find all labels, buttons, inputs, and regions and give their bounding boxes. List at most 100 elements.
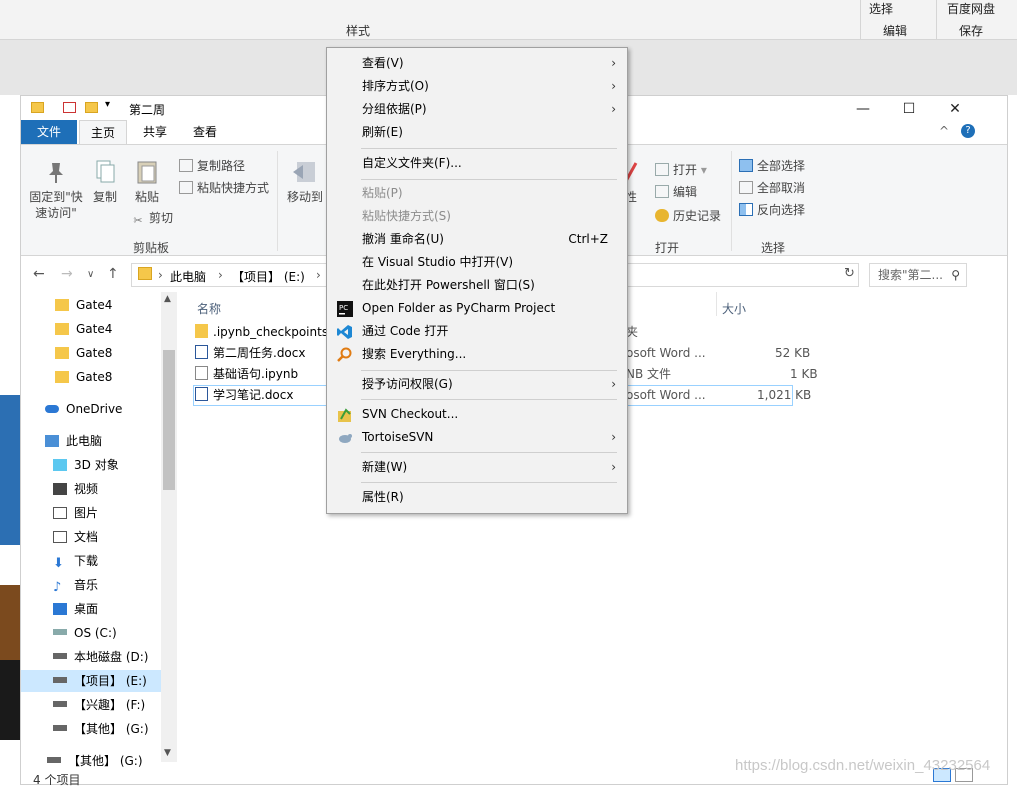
- baidu-netdisk-button[interactable]: 百度网盘: [947, 0, 995, 17]
- menu-item-customize-folder[interactable]: 自定义文件夹(F)...: [328, 152, 626, 175]
- nav-item-label: 桌面: [74, 602, 99, 616]
- collapse-ribbon-icon[interactable]: ^: [939, 124, 949, 138]
- menu-item-group-by[interactable]: 分组依据(P) ›: [328, 98, 626, 121]
- menu-separator: [361, 482, 617, 483]
- tab-view[interactable]: 查看: [183, 120, 227, 144]
- nav-item-gate4[interactable]: Gate4: [53, 294, 112, 316]
- move-to-icon: [291, 159, 319, 185]
- menu-item-new[interactable]: 新建(W) ›: [328, 456, 626, 479]
- close-button[interactable]: ✕: [932, 98, 978, 120]
- background-left-strip: [0, 95, 20, 785]
- select-group-label: 选择: [761, 241, 786, 255]
- paste-shortcut-button[interactable]: 粘贴快捷方式: [179, 179, 269, 196]
- tab-home[interactable]: 主页: [79, 120, 127, 144]
- pin-label: 固定到"快 速访问": [29, 190, 83, 220]
- file-row[interactable]: 第二周任务.docx: [195, 343, 305, 364]
- file-row[interactable]: 基础语句.ipynb: [195, 364, 298, 385]
- nav-scrollbar-thumb[interactable]: [163, 350, 175, 490]
- nav-scrollbar[interactable]: ▲ ▼: [161, 292, 177, 762]
- pin-to-quick-access-button[interactable]: 固定到"快 速访问": [27, 159, 85, 221]
- chevron-down-icon[interactable]: ▾: [105, 99, 110, 110]
- tab-file[interactable]: 文件: [21, 120, 77, 144]
- history-button[interactable]: 历史记录: [655, 207, 721, 224]
- nav-item-drive-f[interactable]: 【兴趣】 (F:): [51, 694, 145, 716]
- menu-item-undo-rename[interactable]: 撤消 重命名(U) Ctrl+Z: [328, 228, 626, 251]
- nav-item-drive-c[interactable]: OS (C:): [51, 622, 117, 644]
- new-folder-icon[interactable]: [85, 102, 98, 113]
- menu-item-open-code[interactable]: 通过 Code 打开: [328, 320, 626, 343]
- file-row[interactable]: .ipynb_checkpoints: [195, 322, 328, 343]
- menu-item-open-pycharm[interactable]: PC Open Folder as PyCharm Project: [328, 297, 626, 320]
- paste-button[interactable]: 粘贴: [127, 159, 167, 205]
- tab-share[interactable]: 共享: [133, 120, 177, 144]
- nav-item-drive-d[interactable]: 本地磁盘 (D:): [51, 646, 148, 668]
- breadcrumb-this-pc[interactable]: 此电脑: [170, 268, 206, 285]
- refresh-icon[interactable]: ↻: [844, 266, 855, 281]
- menu-item-search-everything[interactable]: 搜索 Everything...: [328, 343, 626, 366]
- nav-item-3d-objects[interactable]: 3D 对象: [51, 454, 119, 476]
- up-arrow-icon[interactable]: ↑: [107, 266, 119, 282]
- file-name: 第二周任务.docx: [213, 346, 306, 360]
- column-header-name[interactable]: 名称: [197, 300, 221, 317]
- minimize-button[interactable]: —: [840, 98, 886, 120]
- menu-item-refresh[interactable]: 刷新(E): [328, 121, 626, 144]
- search-input[interactable]: 搜索"第二... ⚲: [869, 263, 967, 287]
- help-icon[interactable]: ?: [961, 124, 975, 138]
- nav-item-gate8[interactable]: Gate8: [53, 342, 112, 364]
- nav-item-pictures[interactable]: 图片: [51, 502, 98, 524]
- nav-item-videos[interactable]: 视频: [51, 478, 98, 500]
- copy-button[interactable]: 复制: [85, 159, 125, 205]
- breadcrumb-drive-e[interactable]: 【项目】 (E:): [232, 268, 305, 285]
- file-size: 1 KB: [790, 367, 818, 381]
- cut-button[interactable]: ✂ 剪切: [131, 209, 173, 227]
- maximize-button[interactable]: ☐: [886, 98, 932, 120]
- scroll-down-icon[interactable]: ▼: [164, 748, 171, 758]
- menu-item-open-powershell[interactable]: 在此处打开 Powershell 窗口(S): [328, 274, 626, 297]
- open-icon: [655, 163, 669, 176]
- copy-path-button[interactable]: 复制路径: [179, 157, 245, 174]
- properties-icon[interactable]: [63, 102, 76, 113]
- nav-item-desktop[interactable]: 桌面: [51, 598, 98, 620]
- file-row[interactable]: 学习笔记.docx: [195, 385, 293, 406]
- nav-item-documents[interactable]: 文档: [51, 526, 98, 548]
- nav-item-onedrive[interactable]: OneDrive: [43, 398, 122, 420]
- folder-icon: [55, 299, 69, 311]
- menu-item-tortoise-svn[interactable]: TortoiseSVN ›: [328, 426, 626, 449]
- nav-item-gate4[interactable]: Gate4: [53, 318, 112, 340]
- menu-item-open-visual-studio[interactable]: 在 Visual Studio 中打开(V): [328, 251, 626, 274]
- select-button[interactable]: 选择: [869, 0, 893, 17]
- menu-item-view[interactable]: 查看(V) ›: [328, 52, 626, 75]
- menu-item-label: SVN Checkout...: [362, 407, 459, 421]
- recent-locations-chevron-icon[interactable]: ∨: [87, 269, 94, 280]
- select-none-button[interactable]: 全部取消: [739, 179, 805, 196]
- menu-item-sort-by[interactable]: 排序方式(O) ›: [328, 75, 626, 98]
- nav-item-drive-e[interactable]: 【项目】 (E:): [51, 670, 147, 692]
- invert-selection-button[interactable]: 反向选择: [739, 201, 805, 218]
- menu-item-paste-shortcut: 粘贴快捷方式(S): [328, 205, 626, 228]
- nav-item-drive-g[interactable]: 【其他】 (G:): [45, 750, 143, 772]
- folder-icon: [55, 371, 69, 383]
- menu-item-properties[interactable]: 属性(R): [328, 486, 626, 509]
- nav-item-label: Gate8: [76, 370, 113, 384]
- nav-item-gate8[interactable]: Gate8: [53, 366, 112, 388]
- column-header-size[interactable]: 大小: [722, 300, 746, 317]
- nav-item-music[interactable]: ♪ 音乐: [51, 574, 98, 596]
- edit-button[interactable]: 编辑: [655, 183, 697, 200]
- move-to-button[interactable]: 移动到: [285, 159, 325, 205]
- menu-item-svn-checkout[interactable]: SVN Checkout...: [328, 403, 626, 426]
- back-arrow-icon[interactable]: ←: [33, 266, 45, 282]
- select-all-button[interactable]: 全部选择: [739, 157, 805, 174]
- search-icon: ⚲: [951, 268, 960, 282]
- menu-item-label: Open Folder as PyCharm Project: [362, 301, 556, 315]
- menu-item-give-access[interactable]: 授予访问权限(G) ›: [328, 373, 626, 396]
- menu-item-label: 粘贴(P): [362, 186, 403, 200]
- menu-item-label: 刷新(E): [362, 125, 403, 139]
- search-placeholder: 搜索"第二...: [878, 268, 943, 282]
- nav-item-downloads[interactable]: ⬇ 下载: [51, 550, 98, 572]
- nav-item-drive-g[interactable]: 【其他】 (G:): [51, 718, 149, 740]
- nav-item-this-pc[interactable]: 此电脑: [43, 430, 102, 452]
- scroll-up-icon[interactable]: ▲: [164, 294, 171, 304]
- open-button[interactable]: 打开 ▾: [655, 161, 707, 178]
- menu-item-label: 排序方式(O): [362, 79, 429, 93]
- forward-arrow-icon[interactable]: →: [61, 266, 73, 282]
